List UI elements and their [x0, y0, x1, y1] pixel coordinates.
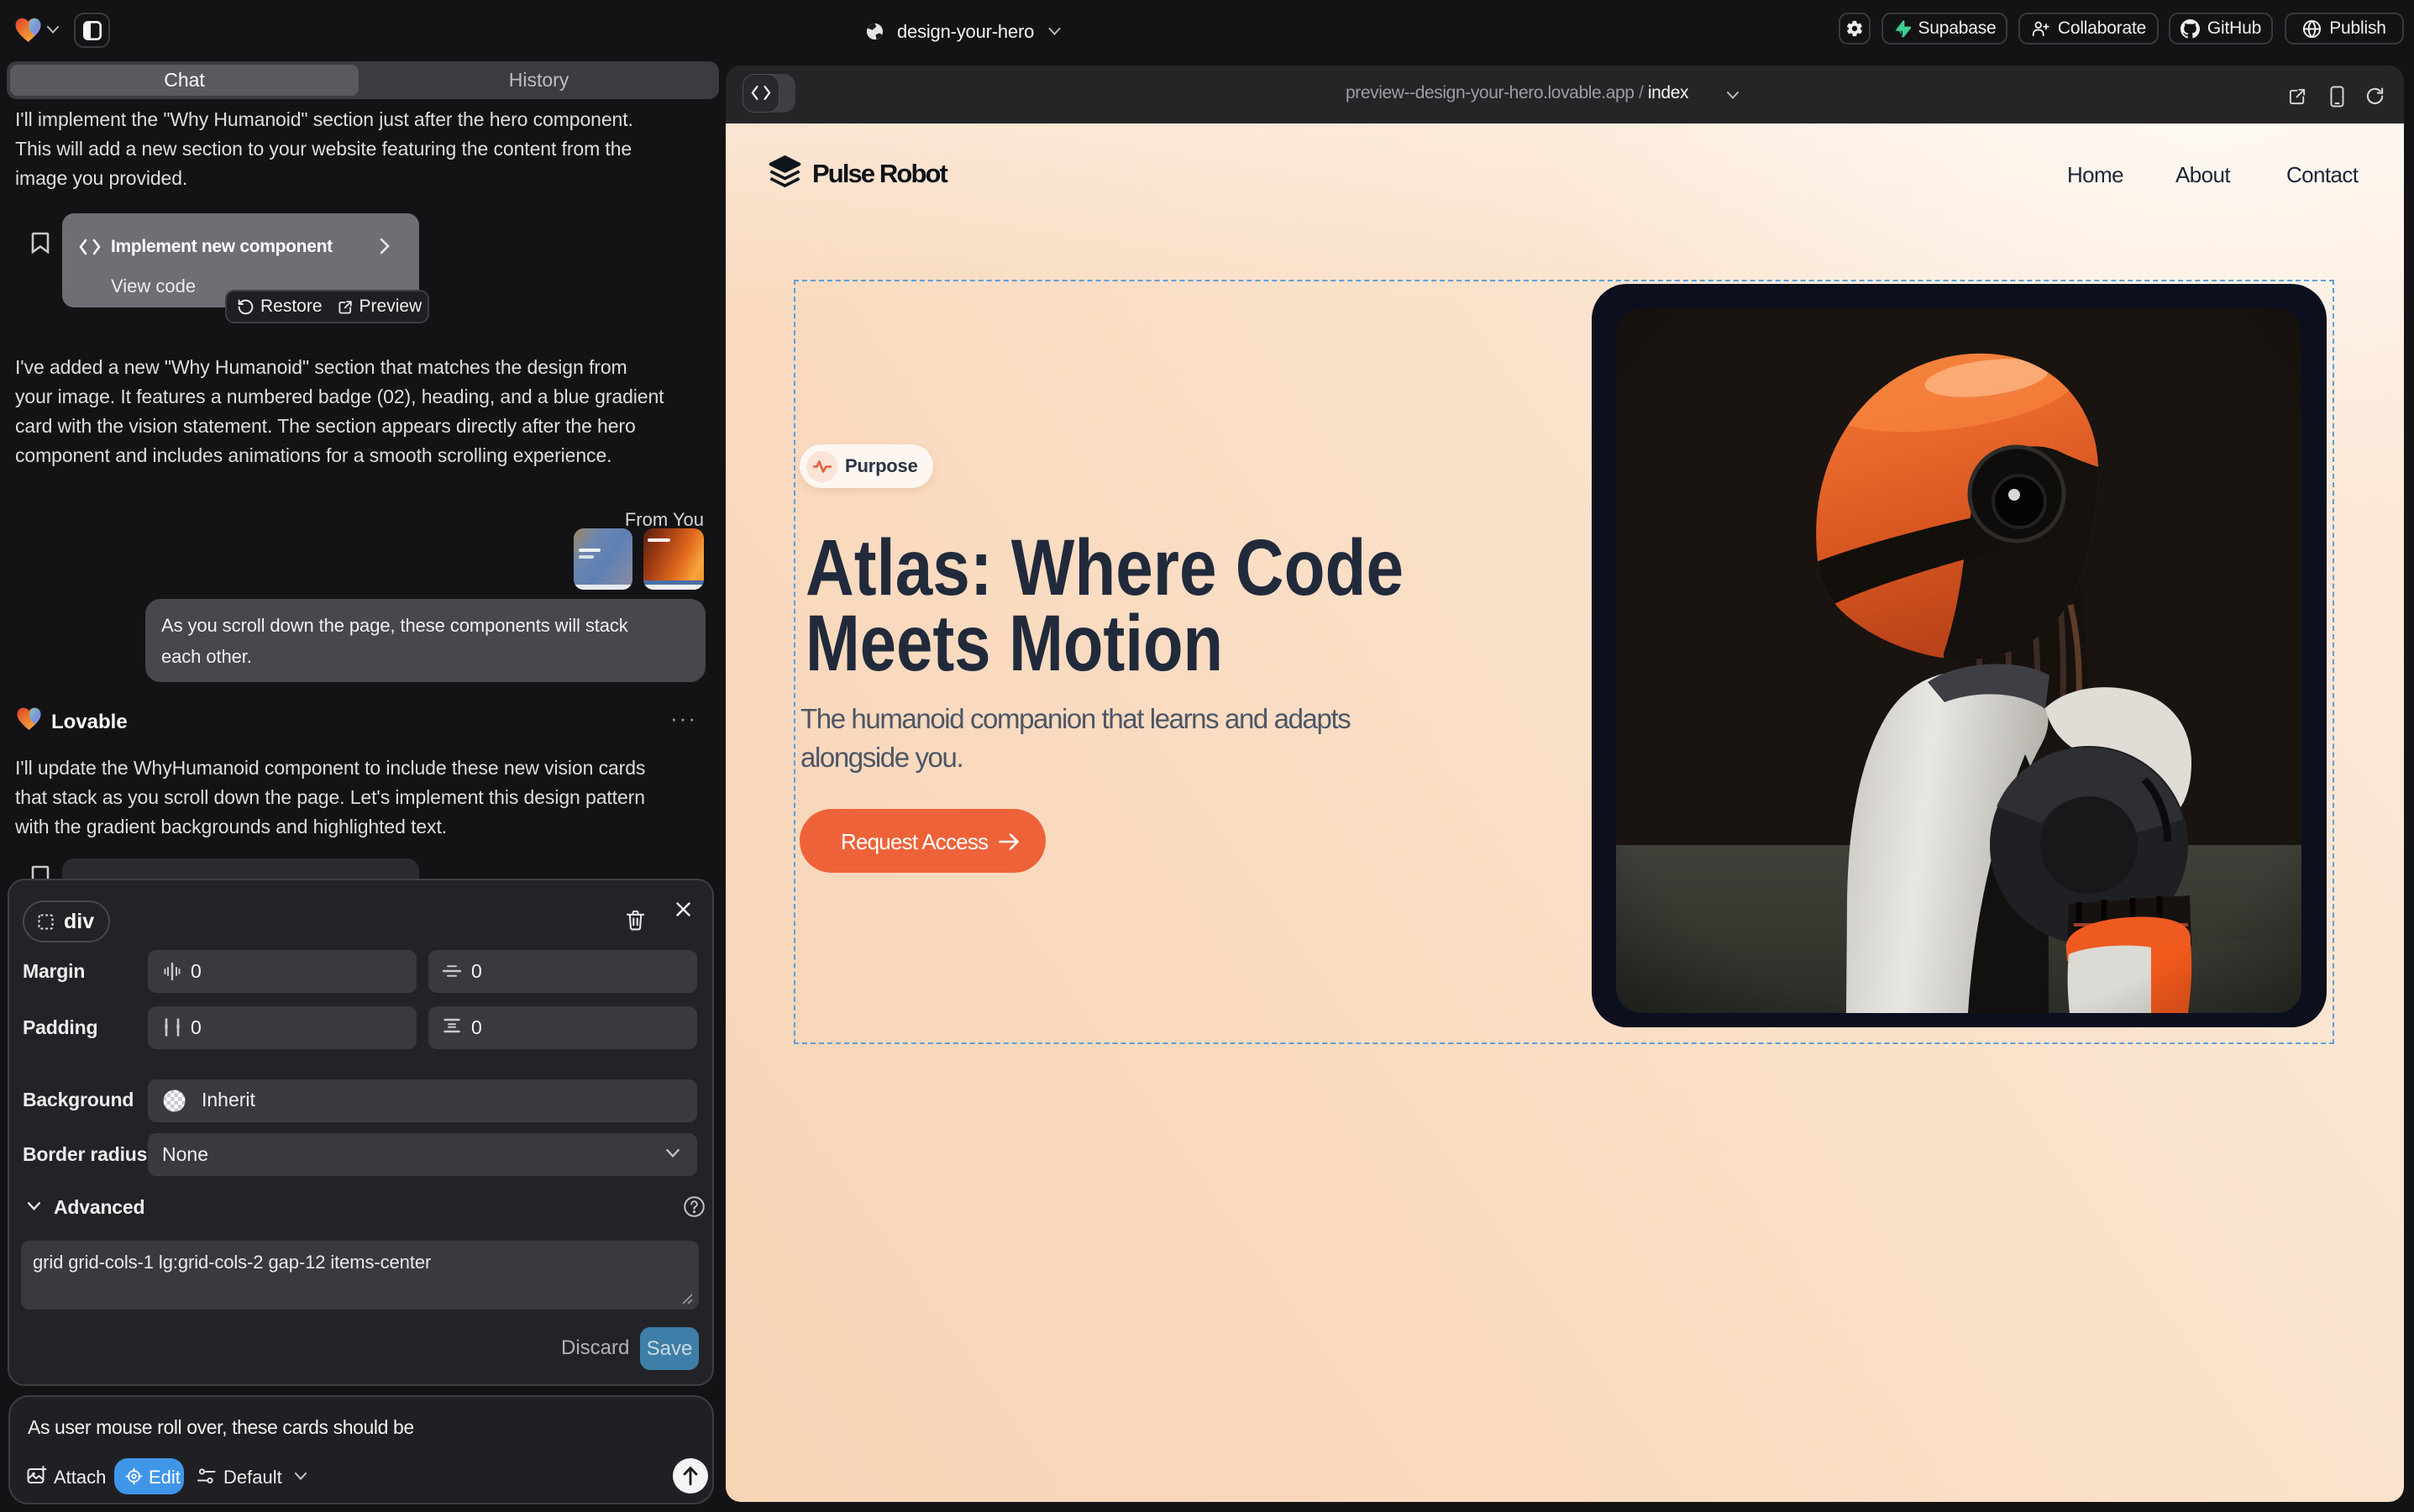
svg-text:Meets Motion: Meets Motion	[806, 599, 1223, 688]
